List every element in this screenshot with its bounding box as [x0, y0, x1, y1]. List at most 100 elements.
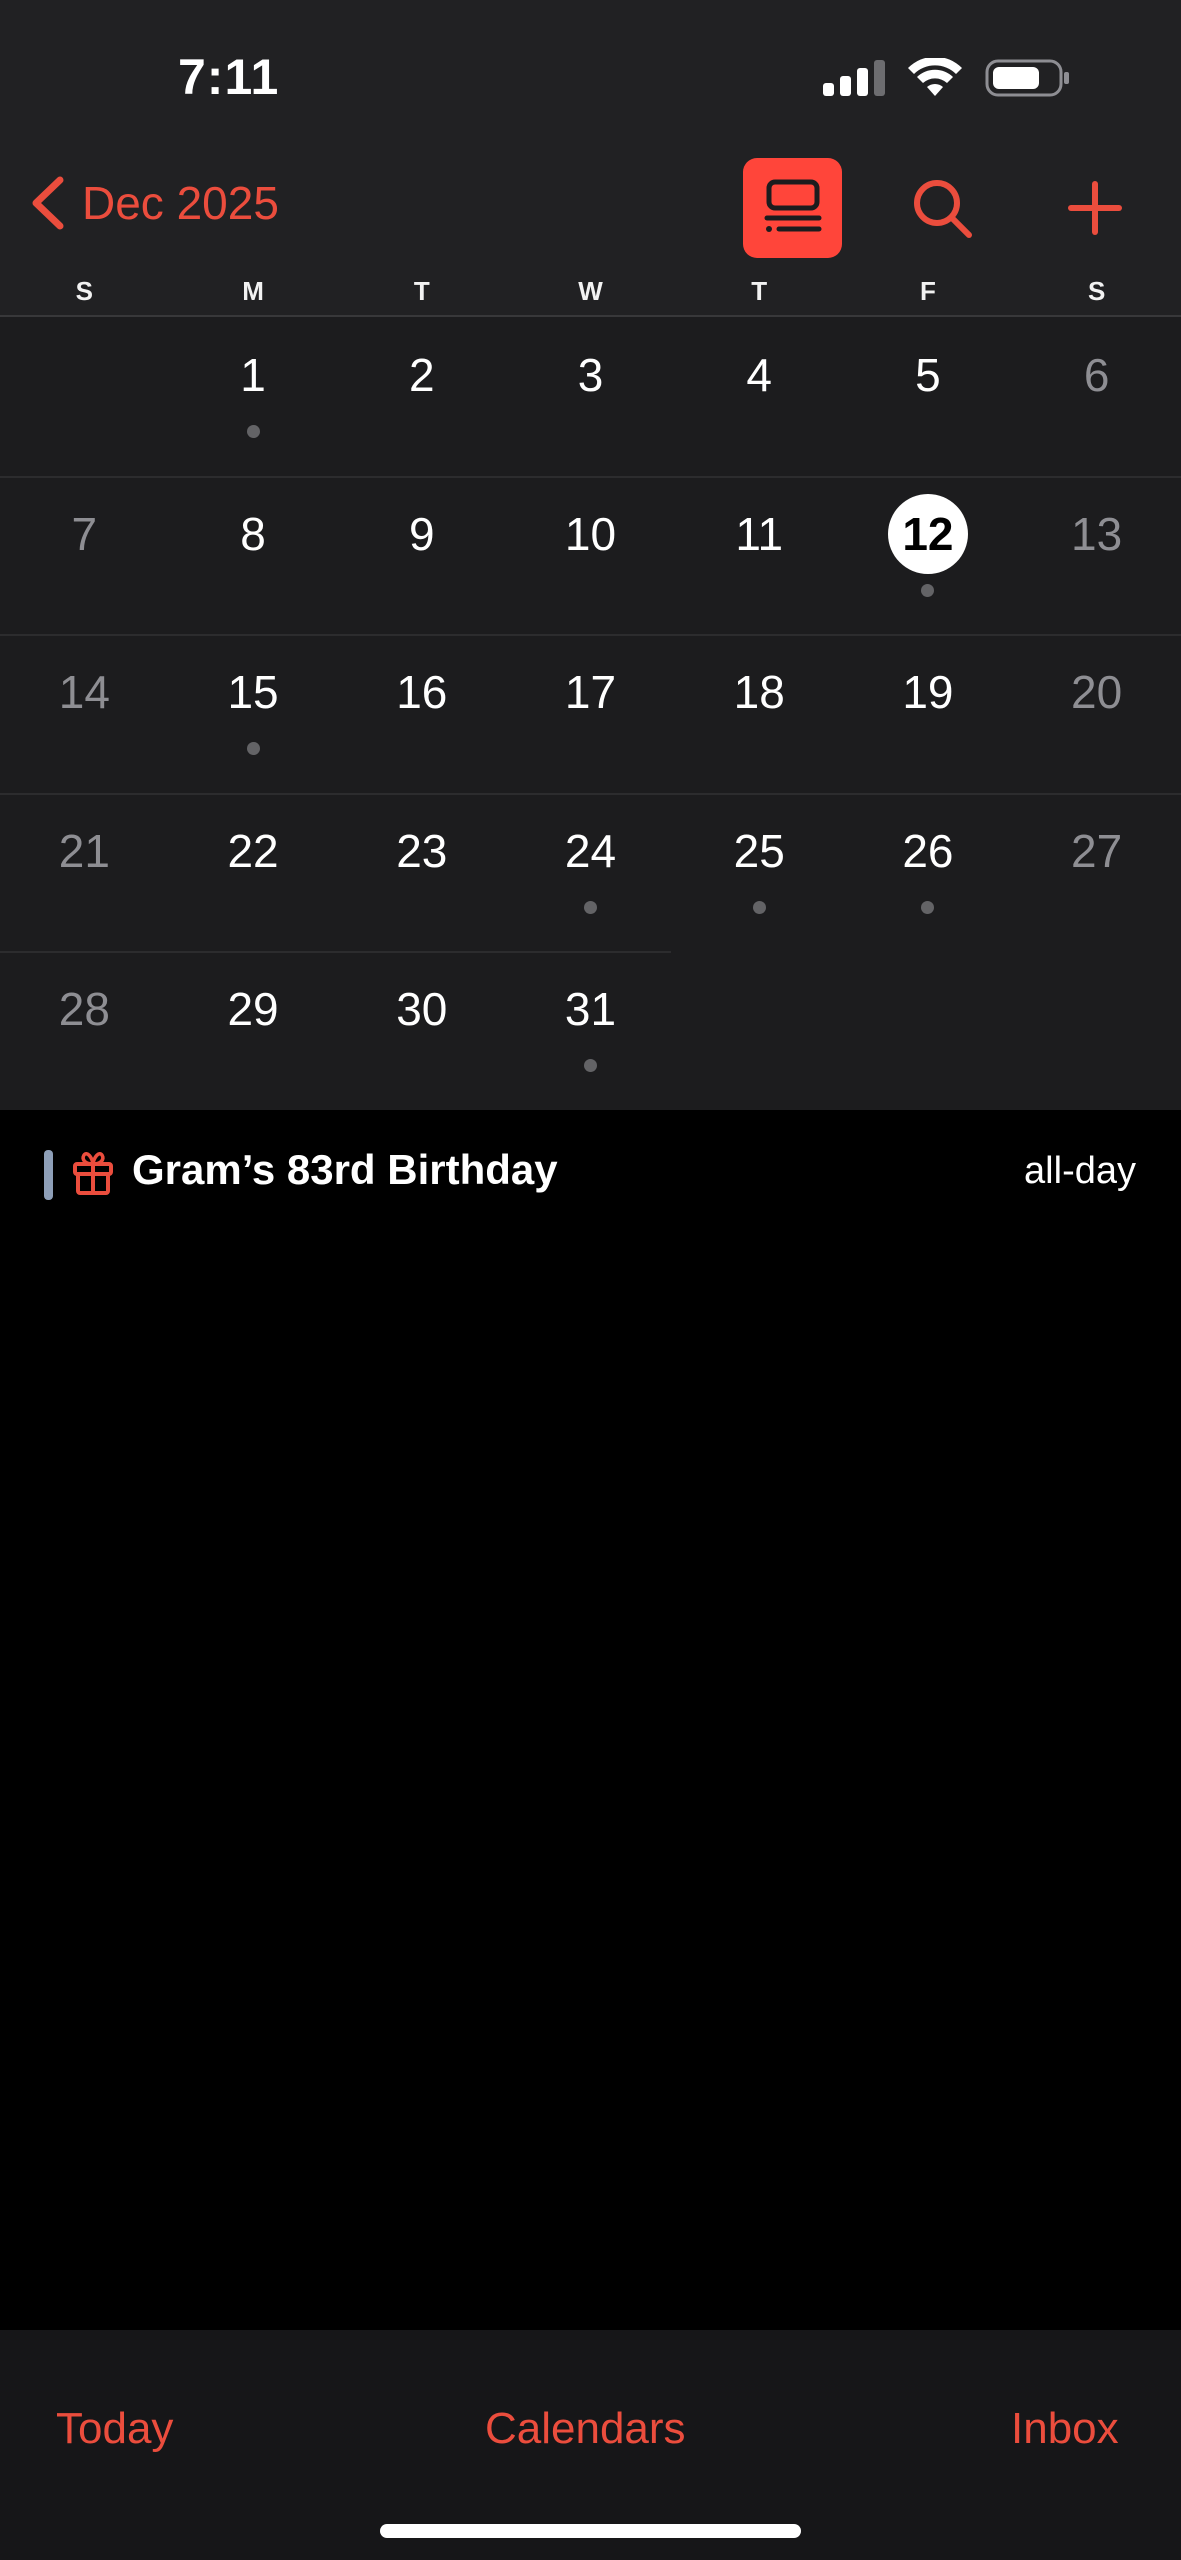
day-number: 22: [227, 824, 279, 877]
weekday-label: W: [578, 276, 603, 306]
day-number: 28: [58, 983, 110, 1036]
status-icons: [823, 58, 1071, 98]
inbox-button[interactable]: Inbox: [1011, 2404, 1119, 2454]
status-time: 7:11: [178, 49, 280, 105]
back-button[interactable]: Dec 2025: [30, 176, 279, 230]
day-number: 18: [733, 666, 785, 719]
day-number: 10: [564, 507, 617, 560]
event-row[interactable]: Gram’s 83rd Birthday all-day: [0, 1140, 1181, 1212]
search-button[interactable]: [910, 176, 974, 240]
calendar-day[interactable]: 3: [510, 317, 671, 475]
day-number: 23: [396, 824, 448, 877]
day-number: 11: [735, 507, 784, 560]
calendar-day[interactable]: 11: [679, 476, 840, 634]
calendar-day[interactable]: 2: [341, 317, 502, 475]
day-number: 16: [396, 666, 448, 719]
day-number: 27: [1071, 824, 1123, 877]
day-number: 2: [408, 349, 435, 401]
day-number: 20: [1071, 666, 1123, 719]
day-number: 9: [408, 507, 435, 560]
event-indicator-dot: [921, 900, 935, 914]
calendar-day[interactable]: 22: [173, 793, 334, 951]
day-number: 3: [577, 349, 604, 401]
calendar-day[interactable]: 26: [847, 793, 1008, 951]
day-number: 26: [902, 824, 954, 877]
calendar-day[interactable]: 6: [1016, 317, 1177, 475]
event-indicator-dot: [584, 900, 597, 914]
cellular-signal-icon: [823, 60, 885, 96]
day-number: 4: [746, 349, 772, 401]
day-number: 21: [58, 824, 110, 877]
calendar-day[interactable]: 27: [1016, 793, 1177, 951]
day-number: 13: [1071, 507, 1123, 560]
calendar-day[interactable]: 31: [510, 951, 671, 1109]
calendar-week: 21 22 23 24 25 26 27: [0, 792, 1181, 951]
calendar-day[interactable]: 18: [679, 634, 840, 792]
calendar-day[interactable]: 28: [4, 951, 165, 1109]
calendar-week: 1 2 3 4 5 6: [0, 317, 1181, 475]
calendar-day[interactable]: 23: [341, 793, 502, 951]
month-grid: 1 2 3 4 5 6 7 8 9 10 11 12 13 14 15 16 17 18 19 20 21 22 23 24 2…: [0, 317, 1181, 1110]
day-number: 1: [240, 349, 266, 401]
calendar-day[interactable]: 8: [173, 476, 334, 634]
day-number: 7: [71, 507, 98, 560]
day-number: 17: [564, 666, 617, 719]
day-number: 24: [564, 824, 617, 877]
calendar-day[interactable]: 10: [510, 476, 671, 634]
event-indicator-dot: [584, 1059, 597, 1073]
calendar-color-bar: [44, 1150, 53, 1200]
day-number: 12: [887, 493, 968, 574]
calendars-button[interactable]: Calendars: [485, 2404, 686, 2454]
event-indicator-dot: [921, 583, 935, 597]
day-number: 25: [733, 824, 785, 877]
home-indicator: [380, 2524, 801, 2538]
battery-icon: [985, 59, 1069, 97]
event-title: Gram’s 83rd Birthday: [132, 1146, 558, 1193]
calendar-day[interactable]: 5: [847, 317, 1008, 475]
calendar-day[interactable]: 24: [510, 793, 671, 951]
calendar-day[interactable]: 30: [341, 951, 502, 1109]
calendar-day[interactable]: 9: [341, 476, 502, 634]
calendar-day[interactable]: 25: [679, 793, 840, 951]
calendar-day[interactable]: 1: [173, 317, 334, 475]
calendar-day[interactable]: 4: [679, 317, 840, 475]
day-number: 29: [227, 983, 279, 1036]
list-view-icon: [764, 179, 821, 232]
event-time: all-day: [1024, 1150, 1136, 1192]
weekday-header: S M T W T F S: [0, 276, 1181, 307]
back-button-label: Dec 2025: [82, 177, 279, 229]
plus-icon: [1068, 181, 1122, 235]
day-number: 19: [902, 666, 954, 719]
list-view-button[interactable]: [743, 158, 842, 258]
event-indicator-dot: [752, 900, 766, 914]
day-number: 6: [1083, 349, 1110, 401]
search-icon: [914, 180, 972, 238]
chevron-left-icon: [32, 176, 64, 230]
day-number: 14: [58, 666, 110, 719]
weekday-label: M: [242, 276, 264, 306]
event-indicator-dot: [246, 742, 260, 756]
calendar-day-today[interactable]: 12: [847, 476, 1008, 634]
add-event-button[interactable]: [1063, 176, 1127, 240]
wifi-icon: [908, 58, 962, 96]
calendar-week: 14 15 16 17 18 19 20: [0, 634, 1181, 792]
gift-icon: [73, 1152, 113, 1195]
weekday-label: S: [1087, 276, 1106, 306]
day-number: 31: [564, 983, 617, 1036]
calendar-day[interactable]: 13: [1016, 476, 1177, 634]
calendar-day[interactable]: 20: [1016, 634, 1177, 792]
calendar-day[interactable]: 14: [4, 634, 165, 792]
calendar-week: 28 29 30 31: [0, 951, 1181, 1109]
calendar-day[interactable]: 21: [4, 793, 165, 951]
calendar-day[interactable]: 7: [4, 476, 165, 634]
calendar-day[interactable]: 17: [510, 634, 671, 792]
weekday-label: T: [751, 276, 768, 306]
calendar-day[interactable]: 29: [173, 951, 334, 1109]
calendar-day[interactable]: 15: [173, 634, 334, 792]
weekday-label: S: [75, 276, 94, 306]
today-button[interactable]: Today: [56, 2404, 173, 2454]
calendar-day[interactable]: 19: [847, 634, 1008, 792]
calendar-day[interactable]: 16: [341, 634, 502, 792]
day-number: 15: [227, 666, 279, 719]
day-number: 5: [915, 349, 941, 401]
